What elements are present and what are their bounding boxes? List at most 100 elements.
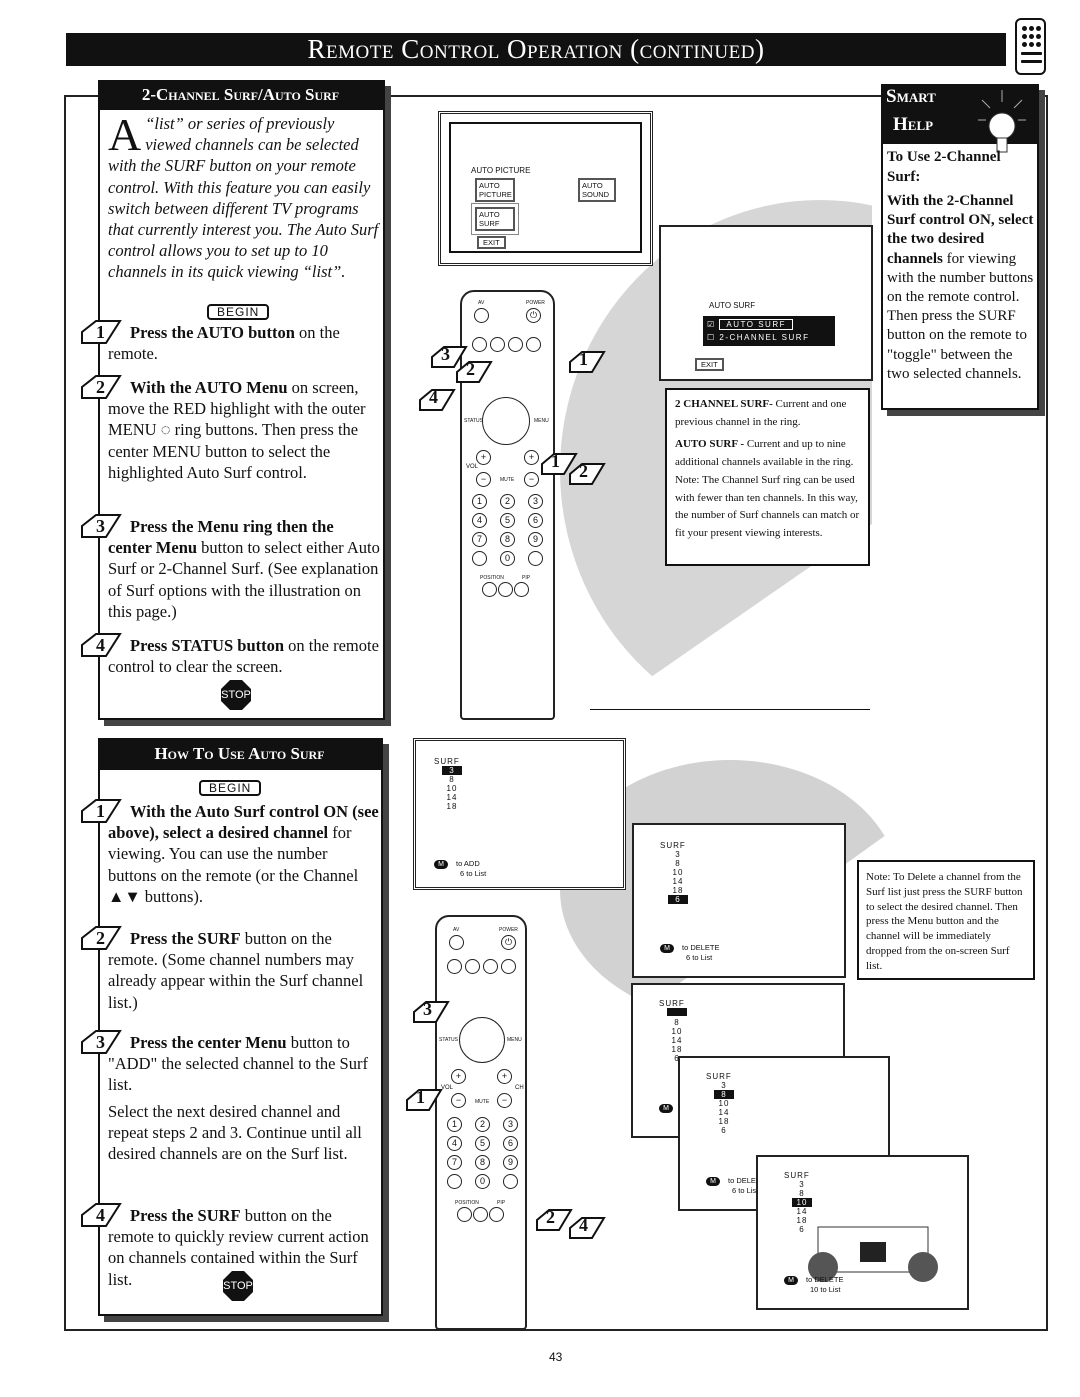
- surf-channel: [667, 1008, 687, 1016]
- pip-label: PIP: [522, 575, 531, 581]
- vol-label: VOL: [466, 464, 479, 470]
- menu-label: MENU: [534, 418, 549, 424]
- callout-1: 1: [540, 451, 578, 475]
- step-1: 1 Press the AUTO button on the remote.: [80, 320, 380, 364]
- tv-screen-surf-delete: SURF 3 8 10 14 18 6 Mto DELETE 6 to List: [632, 823, 846, 978]
- mute-label: MUTE: [475, 1099, 490, 1105]
- begin-badge: BEGIN: [207, 304, 270, 320]
- step-3-continued: Select the next desired channel and repe…: [108, 1102, 362, 1164]
- surf-channel: 14: [446, 793, 458, 802]
- surf-channel: 10: [672, 868, 684, 877]
- surf-channel: 18: [718, 1117, 730, 1126]
- av-label: AV: [453, 927, 460, 933]
- remote-control-icon: [1015, 18, 1046, 75]
- callout-4: 4: [418, 387, 456, 411]
- callout-2: 2: [535, 1207, 573, 1231]
- menu-item-auto-sound: AUTO SOUND: [578, 178, 616, 202]
- surf-channel: 3: [721, 1081, 727, 1090]
- option-2-channel-surf: ☐ 2-CHANNEL SURF: [707, 333, 810, 342]
- menu-item-auto-picture: AUTO PICTURE: [475, 178, 515, 202]
- status-label: STATUS: [464, 418, 483, 424]
- surf-label: SURF: [660, 841, 686, 850]
- surf-explanation: 2 CHANNEL SURF- Current and one previous…: [665, 388, 870, 566]
- surf-label: SURF: [706, 1072, 732, 1081]
- surf-channel: 6: [668, 895, 688, 904]
- surf-channel: 18: [672, 886, 684, 895]
- callout-1: 1: [405, 1087, 443, 1111]
- stop-sign-icon: STOP: [221, 680, 251, 710]
- mute-label: MUTE: [500, 477, 515, 483]
- delete-note: Note: To Delete a channel from the Surf …: [857, 860, 1035, 980]
- step-2: 2 With the AUTO Menu on screen, move the …: [80, 375, 380, 483]
- surf-channel: 10: [446, 784, 458, 793]
- step-3: 3 Press the center Menu button to "ADD" t…: [80, 1030, 380, 1096]
- surf-channel-list: SURF 8 10 14 18 6: [659, 999, 687, 1063]
- step-3: 3 Press the Menu ring then the center Men…: [80, 514, 380, 622]
- status-label: STATUS: [439, 1037, 458, 1043]
- drop-cap: A: [108, 109, 142, 160]
- surf-label: SURF: [784, 1171, 810, 1180]
- surf-channel: 8: [449, 775, 455, 784]
- ch-label: CH: [515, 1085, 524, 1091]
- menu-heading: AUTO PICTURE: [471, 166, 531, 175]
- tv-screen-auto-surf: AUTO SURF ☑ AUTO SURF ☐ 2-CHANNEL SURF E…: [659, 225, 873, 381]
- callout-2: 2: [455, 359, 493, 383]
- menu-ring: [482, 397, 530, 445]
- callout-3: 3: [412, 999, 450, 1023]
- surf-channel: 10: [671, 1027, 683, 1036]
- menu-item-auto-surf: AUTO SURF: [475, 207, 515, 231]
- callout-1: 1: [568, 349, 606, 373]
- surf-channel: 10: [718, 1099, 730, 1108]
- remote-control-illustration: AV POWER ⏻ STATUS MENU ++ −− VOL CH MUTE…: [460, 290, 555, 720]
- surf-label: SURF: [434, 757, 460, 766]
- menu-item-exit: EXIT: [477, 236, 506, 249]
- option-auto-surf: ☑ AUTO SURF: [707, 319, 793, 330]
- begin-badge: BEGIN: [199, 780, 262, 796]
- surf-channel: 3: [675, 850, 681, 859]
- step-1: 1 With the Auto Surf control ON (see abov…: [80, 799, 380, 907]
- callout-3: 3: [430, 344, 468, 368]
- page-title: Remote Control Operation (continued): [66, 33, 1006, 66]
- section-title: 2-Channel Surf/Auto Surf: [98, 80, 383, 110]
- race-car-illustration: [808, 1226, 938, 1282]
- intro-body: “list” or series of previously viewed ch…: [108, 114, 379, 282]
- av-label: AV: [478, 300, 485, 306]
- surf-channel: 6: [721, 1126, 727, 1135]
- surf-channel: 18: [671, 1045, 683, 1054]
- surf-channel: 8: [714, 1090, 734, 1099]
- remote-control-illustration: AV POWER ⏻ STATUS MENU ++ −− VOL CH MUTE…: [435, 915, 527, 1330]
- surf-channel-list: SURF 3 8 10 14 18 6: [706, 1072, 734, 1135]
- surf-channel: 14: [718, 1108, 730, 1117]
- section-title: How To Use Auto Surf: [98, 738, 381, 770]
- surf-channel: 18: [446, 802, 458, 811]
- tv-screen-surf-add: SURF 3 8 10 14 18 Mto ADD 6 to List: [413, 738, 626, 890]
- surf-channel: 14: [671, 1036, 683, 1045]
- position-label: POSITION: [480, 575, 504, 581]
- surf-label: SURF: [659, 999, 685, 1008]
- power-label: POWER: [499, 927, 518, 933]
- power-label: POWER: [526, 300, 545, 306]
- surf-channel: 8: [674, 1018, 680, 1027]
- menu-label: MENU: [507, 1037, 522, 1043]
- menu-button-icon: M: [660, 943, 674, 953]
- intro-text: A “list” or series of previously viewed c…: [108, 109, 380, 283]
- surf-channel: 8: [675, 859, 681, 868]
- surf-channel-list: SURF 3 8 10 14 18 6: [660, 841, 688, 904]
- position-label: POSITION: [455, 1200, 479, 1206]
- tv-screen-surf: SURF 3 8 10 14 18 6 Mto DELETE 10 to List: [756, 1155, 969, 1310]
- step-2: 2 Press the SURF button on the remote. (S…: [80, 926, 380, 1013]
- menu-button-icon: M: [434, 859, 448, 869]
- divider: [590, 709, 870, 710]
- exit-button: EXIT: [695, 358, 724, 371]
- surf-channel: 14: [672, 877, 684, 886]
- surf-channel-list: SURF 3 8 10 14 18: [434, 757, 462, 811]
- callout-4: 4: [568, 1215, 606, 1239]
- menu-ring: [459, 1017, 505, 1063]
- smart-help-subtitle: To Use 2-Channel Surf:: [887, 149, 1001, 185]
- pip-label: PIP: [497, 1200, 506, 1206]
- callout-2: 2: [568, 461, 606, 485]
- surf-channel: 3: [442, 766, 462, 775]
- page-number: 43: [549, 1350, 563, 1364]
- tv-screen-auto-menu: AUTO PICTURE AUTO PICTURE AUTO SOUND AUT…: [438, 111, 653, 266]
- step-4: 4 Press STATUS button on the remote contr…: [80, 633, 380, 677]
